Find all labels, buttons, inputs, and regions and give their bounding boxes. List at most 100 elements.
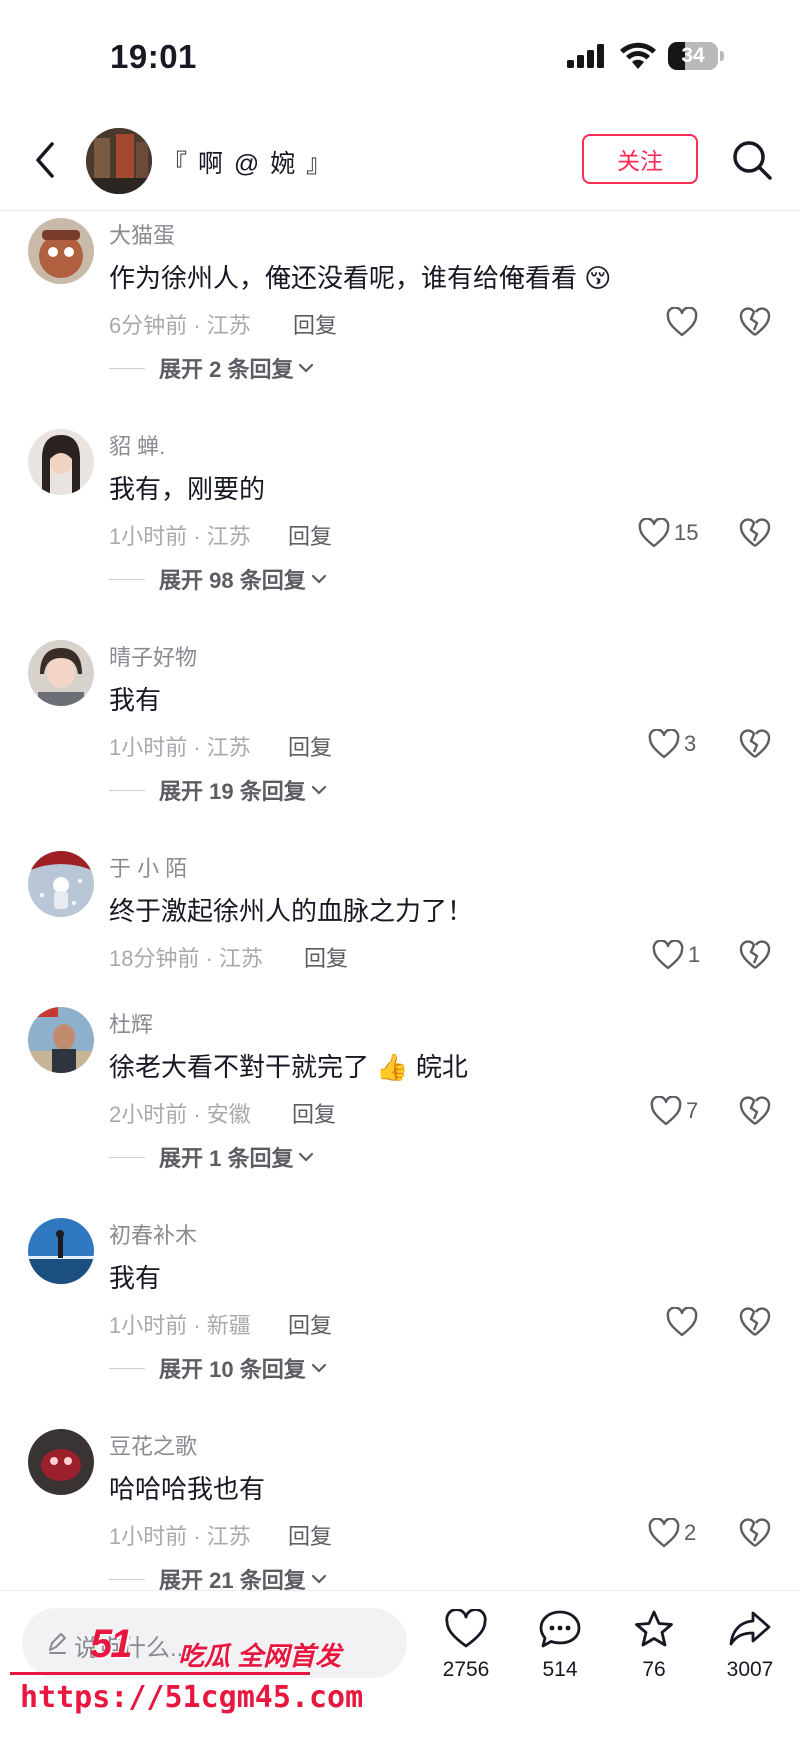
watermark-url: https://51cgm45.com [20, 1680, 364, 1715]
expand-replies-label: 展开 2 条回复 [159, 357, 294, 382]
status-time: 19:01 [110, 38, 197, 75]
status-bar: 19:01 34 [0, 0, 800, 110]
like-count: 2756 [442, 1658, 490, 1681]
comment-text: 终于激起徐州人的血脉之力了！ [109, 896, 474, 926]
comment-text: 我有，刚要的 [109, 474, 266, 504]
like-button[interactable] [666, 1302, 702, 1342]
share-button[interactable]: 3007 [705, 1609, 795, 1682]
watermark-divider [10, 1672, 310, 1675]
comment-username[interactable]: 初春补木 [109, 1218, 197, 1250]
comment-body-suffix: 皖北 [415, 1052, 468, 1082]
like-button[interactable]: 7 [650, 1091, 698, 1131]
cellular-signal-icon [567, 44, 604, 68]
search-icon[interactable] [728, 136, 776, 184]
heart-icon [648, 729, 680, 759]
commenter-avatar[interactable] [28, 640, 94, 706]
comment-body: 作为徐州人，俺还没看呢，谁有给俺看看 [109, 263, 578, 293]
battery-indicator: 34 [668, 42, 726, 72]
thumbs-up-icon: 👍 [376, 1052, 409, 1082]
comment-username[interactable]: 豆花之歌 [109, 1429, 197, 1461]
share-count: 3007 [726, 1658, 774, 1681]
broken-heart-icon[interactable] [738, 1304, 772, 1338]
reply-button[interactable]: 回复 [288, 519, 332, 551]
reply-button[interactable]: 回复 [288, 1519, 332, 1551]
comment-meta: 6分钟前 · 江苏 [109, 313, 251, 338]
commenter-avatar[interactable] [28, 1429, 94, 1495]
comment-meta: 1小时前 · 江苏 [109, 1524, 251, 1549]
like-count: 2 [684, 1520, 697, 1545]
heart-icon [638, 518, 670, 548]
expand-replies-button[interactable]: 展开 1 条回复 [109, 1140, 315, 1174]
comment-body: 徐老大看不對干就完了 [109, 1052, 370, 1082]
commenter-avatar[interactable] [28, 218, 94, 284]
heart-icon [445, 1608, 487, 1648]
star-icon [635, 1610, 673, 1647]
chevron-down-icon [311, 574, 326, 584]
expand-replies-button[interactable]: 展开 98 条回复 [109, 562, 328, 596]
heart-icon [666, 1307, 698, 1337]
favorite-count: 76 [642, 1658, 666, 1681]
comment-meta: 1小时前 · 新疆 [109, 1313, 251, 1338]
comment-meta: 2小时前 · 安徽 [109, 1102, 251, 1127]
chevron-down-icon [311, 1574, 326, 1584]
chevron-down-icon [311, 785, 326, 795]
battery-level: 34 [681, 44, 705, 67]
like-button[interactable] [666, 302, 702, 342]
expand-replies-button[interactable]: 展开 10 条回复 [109, 1351, 328, 1385]
commenter-avatar[interactable] [28, 851, 94, 917]
favorite-button[interactable]: 76 [609, 1609, 699, 1682]
wifi-icon [620, 42, 656, 69]
comment-meta: 18分钟前 · 江苏 [109, 946, 264, 971]
expand-replies-button[interactable]: 展开 2 条回复 [109, 351, 315, 385]
comment-text: 徐老大看不對干就完了 👍 皖北 [109, 1047, 468, 1084]
expand-replies-button[interactable]: 展开 19 条回复 [109, 773, 328, 807]
comment-username[interactable]: 杜辉 [109, 1007, 153, 1039]
commenter-avatar[interactable] [28, 1218, 94, 1284]
like-count: 3 [684, 731, 697, 756]
reply-button[interactable]: 回复 [293, 308, 337, 340]
emoji-kiss-icon: 😚 [584, 263, 612, 293]
watermark-slogan: 吃瓜 全网首发 [178, 1641, 342, 1671]
comment-text: 作为徐州人，俺还没看呢，谁有给俺看看 😚 [109, 258, 611, 295]
reply-button[interactable]: 回复 [304, 941, 348, 973]
reply-button[interactable]: 回复 [288, 1308, 332, 1340]
heart-icon [652, 940, 684, 970]
chevron-down-icon [311, 1363, 326, 1373]
commenter-avatar[interactable] [28, 1007, 94, 1073]
reply-button[interactable]: 回复 [292, 1097, 336, 1129]
like-count: 7 [686, 1098, 699, 1123]
watermark-logo: 51 [90, 1622, 132, 1666]
follow-button[interactable]: 关注 [582, 134, 698, 184]
author-name[interactable]: 『 啊 @ 婉 』 [162, 144, 333, 180]
broken-heart-icon[interactable] [738, 726, 772, 760]
heart-icon [648, 1518, 680, 1548]
broken-heart-icon[interactable] [738, 304, 772, 338]
like-video-button[interactable]: 2756 [421, 1608, 511, 1682]
comment-username[interactable]: 大猫蛋 [109, 218, 175, 250]
like-button[interactable]: 1 [652, 935, 700, 975]
like-count: 1 [688, 942, 701, 967]
comment-username[interactable]: 貂 蝉. [109, 429, 165, 461]
comment-username[interactable]: 晴子好物 [109, 640, 197, 672]
reply-button[interactable]: 回复 [288, 730, 332, 762]
like-count: 15 [674, 520, 699, 545]
author-avatar[interactable] [86, 128, 152, 194]
heart-icon [650, 1096, 682, 1126]
broken-heart-icon[interactable] [738, 1093, 772, 1127]
like-button[interactable]: 15 [638, 513, 698, 553]
broken-heart-icon[interactable] [738, 515, 772, 549]
expand-replies-label: 展开 19 条回复 [159, 779, 306, 804]
comment-text: 我有 [109, 1263, 162, 1293]
comment-username[interactable]: 于 小 陌 [109, 851, 187, 883]
broken-heart-icon[interactable] [738, 1515, 772, 1549]
broken-heart-icon[interactable] [738, 937, 772, 971]
like-button[interactable]: 3 [648, 724, 696, 764]
heart-icon [666, 307, 698, 337]
like-button[interactable]: 2 [648, 1513, 696, 1553]
comments-button[interactable]: 514 [515, 1609, 605, 1682]
commenter-avatar[interactable] [28, 429, 94, 495]
back-arrow-icon[interactable] [30, 138, 64, 182]
comment-meta: 1小时前 · 江苏 [109, 524, 251, 549]
expand-replies-label: 展开 98 条回复 [159, 568, 306, 593]
comment-count: 514 [542, 1658, 578, 1681]
